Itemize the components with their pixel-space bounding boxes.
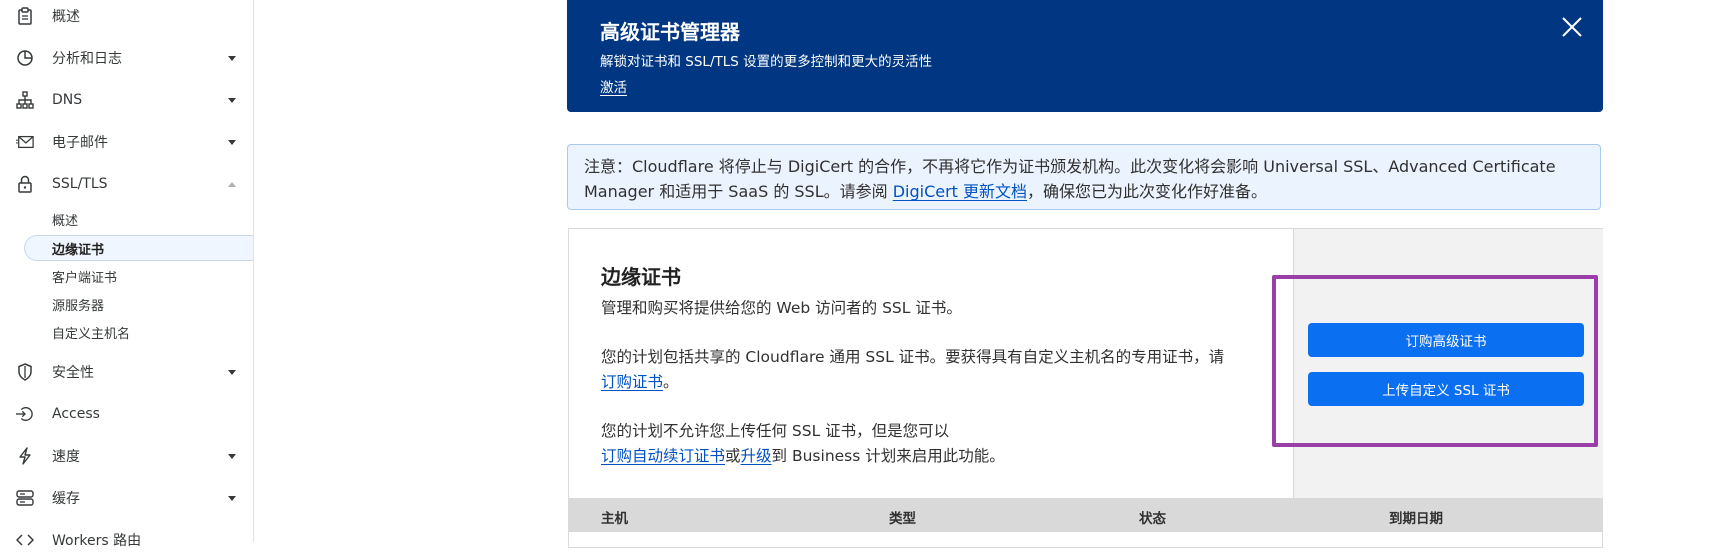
order-auto-renew-link[interactable]: 订购自动续订证书 [601, 447, 725, 465]
chevron-down-icon [228, 55, 236, 61]
bolt-icon [16, 447, 34, 465]
sidebar-subitem-label: 源服务器 [52, 298, 105, 314]
sidebar-item-label: Access [52, 406, 100, 422]
lock-icon [16, 175, 34, 193]
sidebar-item-label: DNS [52, 92, 83, 108]
upgrade-link[interactable]: 升级 [741, 447, 772, 465]
banner-activate-link[interactable]: 激活 [600, 76, 627, 96]
sidebar-subitem-edge-certificates[interactable]: 边缘证书 [24, 235, 253, 261]
sidebar-item-dns[interactable]: DNS [0, 82, 253, 118]
sidebar-item-email[interactable]: 电子邮件 [0, 124, 253, 160]
sidebar-subitem-origin-server[interactable]: 源服务器 [24, 291, 253, 317]
upload-text-mid: 或 [725, 447, 741, 465]
sidebar-item-security[interactable]: 安全性 [0, 354, 253, 390]
chevron-down-icon [228, 495, 236, 501]
column-expiry[interactable]: 到期日期 [1389, 507, 1443, 527]
sidebar-item-workers-routes[interactable]: Workers 路由 [0, 522, 253, 558]
order-certificate-link[interactable]: 订购证书 [601, 373, 663, 391]
chevron-down-icon [228, 97, 236, 103]
column-type[interactable]: 类型 [889, 507, 916, 527]
sidebar-item-caching[interactable]: 缓存 [0, 480, 253, 516]
card-title: 边缘证书 [601, 265, 681, 289]
sidebar-subitem-label: 自定义主机名 [52, 326, 131, 342]
sidebar-item-label: 缓存 [52, 491, 80, 507]
banner-description: 解锁对证书和 SSL/TLS 设置的更多控制和更大的灵活性 [600, 54, 933, 70]
digicert-notice: 注意：Cloudflare 将停止与 DigiCert 的合作，不再将它作为证书… [567, 144, 1601, 210]
plan-text-body: 您的计划包括共享的 Cloudflare 通用 SSL 证书。要获得具有自定义主… [601, 348, 1225, 366]
sidebar-item-label: 电子邮件 [52, 135, 108, 151]
notice-text: 注意：Cloudflare 将停止与 DigiCert 的合作，不再将它作为证书… [584, 154, 1584, 204]
sidebar-subitem-label: 概述 [52, 213, 79, 229]
upload-text: 您的计划不允许您上传任何 SSL 证书，但是您可以 订购自动续订证书或升级到 Bu… [601, 419, 1271, 469]
sidebar-subitem-overview[interactable]: 概述 [24, 206, 253, 232]
shield-icon [16, 363, 34, 381]
upload-text-body: 您的计划不允许您上传任何 SSL 证书，但是您可以 [601, 422, 950, 440]
sidebar-subitem-custom-hostnames[interactable]: 自定义主机名 [24, 319, 253, 345]
column-status[interactable]: 状态 [1139, 507, 1166, 527]
chevron-down-icon [228, 139, 236, 145]
access-icon [16, 405, 34, 423]
sidebar-item-ssl-tls[interactable]: SSL/TLS [0, 166, 253, 202]
upload-text-end: 到 Business 计划来启用此功能。 [771, 447, 1005, 465]
sidebar-item-access[interactable]: Access [0, 396, 253, 432]
chevron-down-icon [228, 453, 236, 459]
sidebar-item-overview[interactable]: 概述 [0, 0, 253, 34]
sidebar-item-label: SSL/TLS [52, 176, 108, 192]
mail-icon [16, 133, 34, 151]
sidebar: 概述 分析和日志 DNS 电子邮件 SSL/TLS 概述 边缘证书 客户端证书 … [0, 0, 254, 549]
clipboard-icon [16, 7, 34, 25]
close-icon[interactable] [1559, 14, 1585, 40]
sidebar-item-label: 速度 [52, 449, 80, 465]
network-icon [16, 91, 34, 109]
acm-promo-banner: 高级证书管理器 解锁对证书和 SSL/TLS 设置的更多控制和更大的灵活性 激活 [567, 0, 1603, 112]
card-subtitle: 管理和购买将提供给您的 Web 访问者的 SSL 证书。 [601, 299, 962, 317]
card-info: 边缘证书 管理和购买将提供给您的 Web 访问者的 SSL 证书。 您的计划包括… [569, 229, 1293, 498]
highlight-box [1272, 275, 1598, 447]
server-icon [16, 489, 34, 507]
sidebar-item-label: 分析和日志 [52, 51, 122, 67]
code-icon [16, 531, 34, 549]
notice-suffix: ，确保您已为此次变化作好准备。 [1027, 182, 1268, 201]
sidebar-item-label: Workers 路由 [52, 533, 142, 549]
plan-text-end: 。 [663, 373, 679, 391]
certificates-table-header: 主机 类型 状态 到期日期 [569, 498, 1602, 532]
plan-text: 您的计划包括共享的 Cloudflare 通用 SSL 证书。要获得具有自定义主… [601, 345, 1271, 395]
chevron-down-icon [228, 369, 236, 375]
sidebar-subitem-label: 客户端证书 [52, 270, 118, 286]
chevron-up-icon [228, 181, 236, 187]
chart-pie-icon [16, 49, 34, 67]
sidebar-item-analytics[interactable]: 分析和日志 [0, 40, 253, 76]
sidebar-item-label: 安全性 [52, 365, 94, 381]
sidebar-subitem-client-certificates[interactable]: 客户端证书 [24, 263, 253, 289]
column-host[interactable]: 主机 [601, 507, 628, 527]
sidebar-subitem-label: 边缘证书 [52, 242, 105, 258]
banner-title: 高级证书管理器 [600, 20, 740, 44]
digicert-docs-link[interactable]: DigiCert 更新文档 [893, 182, 1027, 201]
sidebar-item-speed[interactable]: 速度 [0, 438, 253, 474]
sidebar-item-label: 概述 [52, 9, 80, 25]
